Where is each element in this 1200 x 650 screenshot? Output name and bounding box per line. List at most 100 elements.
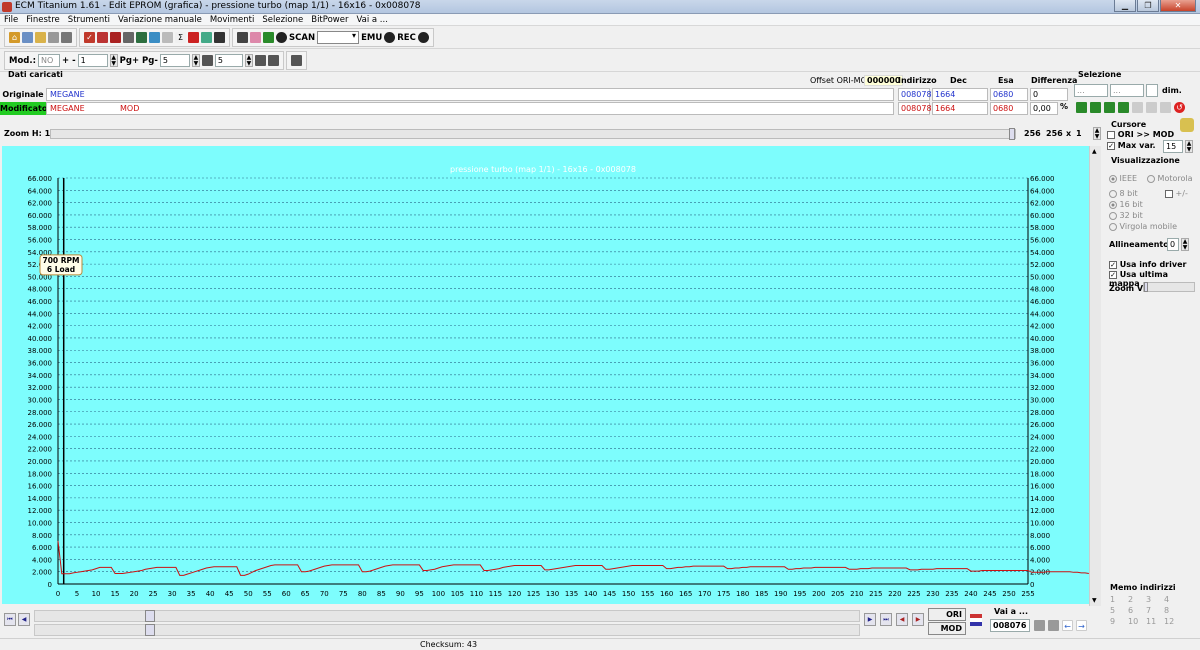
plusminus-field[interactable]: 1 [77, 54, 108, 67]
table-view2-icon[interactable] [267, 55, 279, 66]
open-icon[interactable] [22, 32, 33, 43]
max-var-field[interactable]: 15 [1163, 140, 1183, 153]
menu-strumenti[interactable]: Strumenti [68, 14, 110, 25]
sel-all-icon[interactable] [1118, 102, 1129, 113]
max-var-option[interactable]: ✓ Max var. [1107, 141, 1156, 150]
8bit-radio[interactable] [1109, 189, 1117, 198]
sel-start-icon[interactable] [1076, 102, 1087, 113]
emu-label[interactable]: EMU [361, 33, 382, 43]
folder-icon[interactable] [35, 32, 46, 43]
allineamento-spin[interactable]: ▲ ▼ [1181, 238, 1189, 251]
sel-middle-icon[interactable] [1090, 102, 1101, 113]
ori-mod-checkbox[interactable] [1107, 130, 1115, 139]
prev-address-icon[interactable]: ← [1062, 620, 1073, 631]
mod-button[interactable]: MOD [928, 622, 966, 635]
home-icon[interactable]: ⌂ [9, 32, 20, 43]
map-icon[interactable] [136, 32, 147, 43]
horizontal-scrollbar-2[interactable] [34, 624, 860, 636]
edit-icon[interactable] [97, 32, 108, 43]
zoom-mult-spin[interactable]: ▲ ▼ [1093, 127, 1101, 140]
ieee-option[interactable]: IEEE [1109, 174, 1137, 183]
allineamento-field[interactable]: 0 [1167, 238, 1179, 251]
memo-slot[interactable]: 3 [1146, 595, 1164, 604]
tables-icon[interactable] [237, 32, 248, 43]
vai-a-field[interactable]: 008076 [990, 619, 1030, 632]
vertical-scrollbar[interactable]: ▲ ▼ [1089, 146, 1101, 606]
record-prev-icon[interactable]: ◀ [896, 613, 908, 626]
zoom-h-slider[interactable] [50, 128, 1016, 140]
prev-page-icon[interactable]: ◀ [18, 613, 30, 626]
menu-vai-a[interactable]: Vai a ... [356, 14, 387, 25]
person-icon[interactable] [263, 32, 274, 43]
16bit-option[interactable]: 16 bit [1109, 200, 1143, 209]
plusminus-spin[interactable]: ▲ ▼ [109, 54, 118, 67]
calendar-icon[interactable] [110, 32, 121, 43]
menu-bitpower[interactable]: BitPower [311, 14, 348, 25]
hscroll-1-thumb[interactable] [145, 610, 155, 622]
step-icon[interactable] [201, 55, 213, 66]
memo-slot[interactable]: 4 [1164, 595, 1182, 604]
scroll-up-icon[interactable]: ▲ [1092, 148, 1097, 155]
signed-checkbox[interactable] [1165, 189, 1173, 198]
chip-icon[interactable] [162, 32, 173, 43]
signed-option[interactable]: +/- [1165, 189, 1188, 198]
16bit-radio[interactable] [1109, 200, 1117, 209]
pg-spin[interactable]: ▲ ▼ [191, 54, 200, 67]
mod-field[interactable]: NO [38, 54, 61, 67]
motorola-option[interactable]: Motorola [1147, 174, 1193, 183]
paste-special-icon[interactable] [1160, 102, 1171, 113]
next-icon[interactable]: ▶ [864, 613, 876, 626]
menu-movimenti[interactable]: Movimenti [210, 14, 255, 25]
scan-dropdown[interactable] [317, 31, 360, 44]
memo-slot[interactable]: 2 [1128, 595, 1146, 604]
hscroll-2-thumb[interactable] [145, 624, 155, 636]
scan-label[interactable]: SCAN [289, 33, 315, 43]
usa-ultima-checkbox[interactable]: ✓ [1109, 270, 1117, 279]
undo-icon[interactable]: ↺ [1174, 102, 1185, 113]
pressione-turbo-chart[interactable]: pressione turbo (map 1/1) - 16x16 - 0x00… [2, 146, 1089, 604]
chart-icon[interactable] [201, 32, 212, 43]
lock-icon[interactable] [250, 32, 261, 43]
rec-label[interactable]: REC [397, 33, 416, 43]
pg-field[interactable]: 5 [159, 54, 190, 67]
emu-disc-icon[interactable] [384, 32, 396, 43]
flag-icon[interactable] [970, 614, 982, 626]
selezione-from[interactable]: ... [1074, 84, 1108, 97]
minimize-button[interactable]: ▁ [1114, 0, 1136, 12]
table-view-icon[interactable] [254, 55, 266, 66]
ori-button[interactable]: ORI [928, 608, 966, 621]
last-page-icon[interactable]: ⏭ [880, 613, 892, 626]
binoculars-icon[interactable] [214, 32, 225, 43]
close-button[interactable]: ✕ [1160, 0, 1196, 12]
goto-table2-icon[interactable] [1048, 620, 1059, 631]
zoom-h-thumb[interactable] [1009, 128, 1015, 140]
disc-icon[interactable] [276, 32, 287, 43]
motorola-radio[interactable] [1147, 174, 1155, 183]
next-address-icon[interactable]: → [1076, 620, 1087, 631]
max-var-spin[interactable]: ▲ ▼ [1185, 140, 1193, 153]
zoom-v-thumb[interactable] [1144, 282, 1148, 292]
step-spin[interactable]: ▲ ▼ [244, 54, 253, 67]
menu-variazione-manuale[interactable]: Variazione manuale [118, 14, 202, 25]
virgola-option[interactable]: Virgola mobile [1109, 222, 1177, 231]
ori-mod-option[interactable]: ORI >> MOD [1107, 130, 1174, 139]
32bit-radio[interactable] [1109, 211, 1117, 220]
paste-icon[interactable] [1146, 102, 1157, 113]
zoom-v-slider[interactable] [1143, 282, 1195, 292]
sigma-icon[interactable]: Σ [175, 32, 186, 43]
chart-area[interactable]: pressione turbo (map 1/1) - 16x16 - 0x00… [2, 146, 1089, 604]
menu-finestre[interactable]: Finestre [26, 14, 60, 25]
grid-icon[interactable] [123, 32, 134, 43]
8bit-option[interactable]: 8 bit [1109, 189, 1138, 198]
scroll-down-icon[interactable]: ▼ [1092, 597, 1097, 604]
pen-icon[interactable] [188, 32, 199, 43]
usa-info-checkbox[interactable]: ✓ [1109, 260, 1117, 269]
sel-end-icon[interactable] [1104, 102, 1115, 113]
copy-icon[interactable] [1132, 102, 1143, 113]
goto-table-icon[interactable] [1034, 620, 1045, 631]
layout-icon[interactable] [290, 55, 302, 66]
32bit-option[interactable]: 32 bit [1109, 211, 1143, 220]
horizontal-scrollbar-1[interactable] [34, 610, 860, 622]
virgola-radio[interactable] [1109, 222, 1117, 231]
usa-info-option[interactable]: ✓ Usa info driver [1109, 260, 1186, 269]
